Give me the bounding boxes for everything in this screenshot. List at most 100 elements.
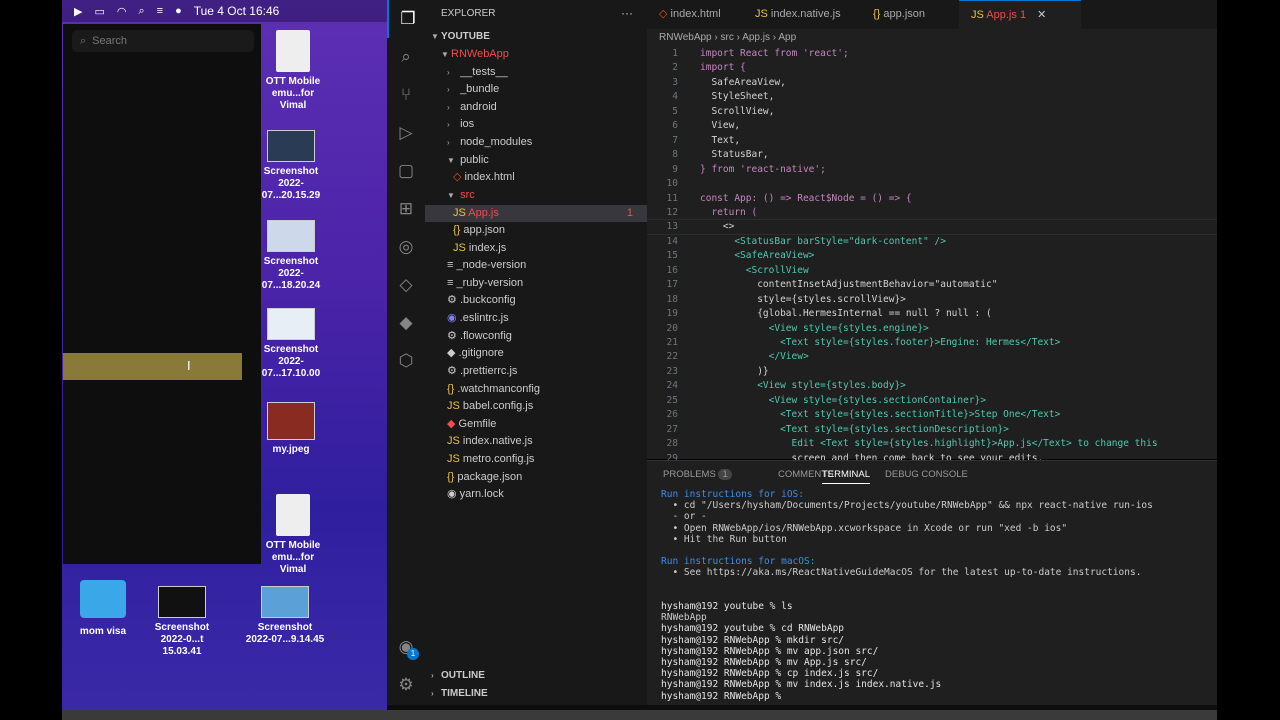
tab-index-native-js[interactable]: JS index.native.js (755, 0, 841, 29)
code-line[interactable]: <Text style={styles.sectionTitle}>Step O… (700, 409, 1060, 420)
code-line[interactable]: </View> (700, 351, 809, 362)
tab-debug-console[interactable]: DEBUG CONSOLE (885, 469, 968, 480)
code-editor[interactable]: RNWebApp › src › App.js › App 1 import Re… (647, 29, 1217, 464)
file-gitignore[interactable]: ◆ .gitignore (447, 345, 504, 362)
control-center-icon[interactable]: ≡ (157, 5, 163, 17)
file-buckconfig[interactable]: ⚙ .buckconfig (447, 292, 516, 309)
tab-app-json[interactable]: {} app.json (873, 0, 925, 29)
code-line[interactable]: View, (700, 120, 740, 131)
file-babel-config[interactable]: JS babel.config.js (447, 398, 533, 415)
code-line[interactable]: style={styles.scrollView}> (700, 294, 906, 305)
code-line[interactable]: const App: () => React$Node = () => { (700, 193, 912, 204)
file-yarn-lock[interactable]: ◉ yarn.lock (447, 486, 504, 503)
workspace-section[interactable]: ▼ YOUTUBE (431, 28, 490, 45)
code-line[interactable]: )} (700, 366, 768, 377)
tab-problems[interactable]: PROBLEMS 1 (663, 469, 732, 480)
breadcrumb-item[interactable]: App (778, 32, 796, 43)
code-line[interactable]: <View style={styles.body}> (700, 380, 906, 391)
code-line[interactable]: <StatusBar barStyle="dark-content" /> (700, 236, 946, 247)
selected-result-row[interactable]: I (63, 353, 242, 380)
folder-rnwebapp[interactable]: ▼ RNWebApp (441, 46, 509, 63)
timeline-section[interactable]: › TIMELINE (431, 685, 488, 702)
search-icon[interactable]: ⌕ (138, 5, 144, 18)
code-line[interactable]: StatusBar, (700, 149, 768, 160)
code-line[interactable]: } from 'react-native'; (700, 164, 826, 175)
battery-icon[interactable]: ▭ (94, 5, 104, 18)
outline-section[interactable]: › OUTLINE (431, 667, 485, 684)
folder-node-modules[interactable]: › node_modules (447, 134, 532, 151)
code-line[interactable]: import { (700, 62, 746, 73)
desktop-icon-ott-2[interactable]: OTT Mobile emu...for Vimal (262, 494, 324, 576)
files-icon[interactable]: ❐ (387, 0, 427, 38)
desktop-icon-screenshot-4[interactable]: Screenshot 2022-0...t 15.03.41 (142, 586, 222, 658)
menubar-datetime[interactable]: Tue 4 Oct 16:46 (194, 4, 280, 18)
breadcrumb-item[interactable]: App.js (742, 32, 770, 43)
run-debug-icon[interactable]: ▷ (387, 114, 425, 152)
code-line[interactable]: Text, (700, 135, 740, 146)
code-line[interactable]: <ScrollView (700, 265, 809, 276)
file-node-version[interactable]: ≡ _node-version (447, 257, 526, 274)
folder-tests[interactable]: › __tests__ (447, 64, 508, 81)
more-actions-icon[interactable]: ··· (621, 6, 633, 20)
code-line[interactable]: <SafeAreaView> (700, 250, 814, 261)
code-line[interactable]: <Text style={styles.footer}>Engine: Herm… (700, 337, 1060, 348)
source-control-icon[interactable]: ⑂ (387, 76, 425, 114)
extensions-icon[interactable]: ⊞ (387, 190, 425, 228)
folder-public[interactable]: ▼ public (447, 152, 489, 169)
wifi-icon[interactable]: ◠ (117, 5, 127, 18)
folder-src[interactable]: ▼ src (447, 187, 475, 204)
search-icon[interactable]: ⌕ (387, 38, 425, 76)
code-line[interactable]: <View style={styles.engine}> (700, 323, 929, 334)
folder-android[interactable]: › android (447, 99, 497, 116)
tab-app-js[interactable]: JS App.js 1 ✕ (959, 0, 1081, 30)
tab-index-html[interactable]: ◇ index.html (659, 0, 721, 29)
file-watchmanconfig[interactable]: {} .watchmanconfig (447, 381, 540, 398)
file-app-js[interactable]: JS App.js 1 (425, 205, 647, 222)
siri-icon[interactable]: ● (175, 5, 182, 17)
spotlight-search-input[interactable]: ⌕ Search (72, 30, 254, 52)
file-ruby-version[interactable]: ≡ _ruby-version (447, 275, 523, 292)
file-index-html[interactable]: ◇ index.html (453, 169, 515, 186)
desktop-icon-screenshot-3[interactable]: Screenshot 2022-07...17.10.00 (258, 308, 324, 380)
package-icon[interactable]: ⬡ (387, 342, 425, 380)
file-eslintrc[interactable]: ◉ .eslintrc.js (447, 310, 509, 327)
desktop-icon-ott-1[interactable]: OTT Mobile emu...for Vimal (262, 30, 324, 112)
code-line[interactable]: <> (700, 221, 734, 232)
desktop-icon-screenshot-5[interactable]: Screenshot 2022-07...9.14.45 (244, 586, 326, 646)
file-package-json[interactable]: {} package.json (447, 469, 522, 486)
folder-ios[interactable]: › ios (447, 116, 474, 133)
code-line[interactable]: ScrollView, (700, 106, 774, 117)
code-line[interactable]: Edit <Text style={styles.highlight}>App.… (700, 438, 1158, 449)
accounts-icon[interactable]: ◉ 1 (387, 628, 425, 666)
code-line[interactable]: SafeAreaView, (700, 77, 785, 88)
code-line[interactable]: contentInsetAdjustmentBehavior="automati… (700, 279, 997, 290)
file-prettierrc[interactable]: ⚙ .prettierrc.js (447, 363, 517, 380)
code-line[interactable]: StyleSheet, (700, 91, 774, 102)
code-line[interactable]: return ( (700, 207, 757, 218)
desktop-icon-my-jpeg[interactable]: my.jpeg (258, 402, 324, 456)
desktop-icon-screenshot-2[interactable]: Screenshot 2022-07...18.20.24 (258, 220, 324, 292)
tab-terminal[interactable]: TERMINAL (822, 469, 871, 484)
remote-explorer-icon[interactable]: ▢ (387, 152, 425, 190)
code-line[interactable]: <View style={styles.sectionContainer}> (700, 395, 986, 406)
file-flowconfig[interactable]: ⚙ .flowconfig (447, 328, 512, 345)
close-icon[interactable]: ✕ (1037, 9, 1046, 21)
file-gemfile[interactable]: ◆ Gemfile (447, 416, 496, 433)
docker-icon[interactable]: ◆ (387, 304, 425, 342)
layers-icon[interactable]: ◇ (387, 266, 425, 304)
code-line[interactable]: {global.HermesInternal == null ? null : … (700, 308, 992, 319)
file-index-js[interactable]: JS index.js (453, 240, 506, 257)
code-line[interactable]: <Text style={styles.sectionDescription}> (700, 424, 1009, 435)
code-line[interactable]: import React from 'react'; (700, 48, 849, 59)
desktop-icon-mom-visa[interactable]: mom visa (74, 580, 132, 638)
settings-gear-icon[interactable]: ⚙ (387, 666, 425, 704)
breadcrumb-item[interactable]: RNWebApp (659, 32, 712, 43)
desktop-icon-screenshot-1[interactable]: Screenshot 2022-07...20.15.29 (258, 130, 324, 202)
folder-bundle[interactable]: › _bundle (447, 81, 499, 98)
file-metro-config[interactable]: JS metro.config.js (447, 451, 534, 468)
play-icon[interactable]: ▶ (74, 5, 82, 18)
file-app-json[interactable]: {} app.json (453, 222, 505, 239)
database-icon[interactable]: ◎ (387, 228, 425, 266)
file-index-native-js[interactable]: JS index.native.js (447, 433, 533, 450)
breadcrumb-item[interactable]: src (721, 32, 734, 43)
